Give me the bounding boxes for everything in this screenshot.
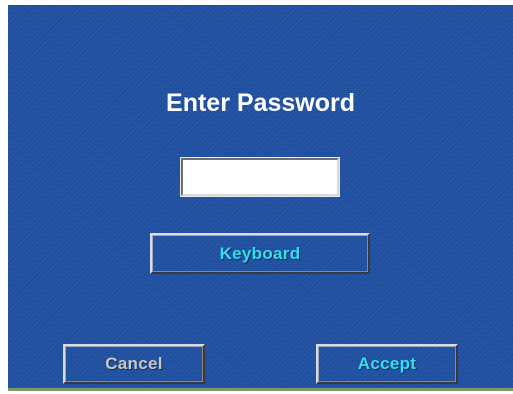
accept-button[interactable]: Accept bbox=[316, 344, 458, 384]
password-input[interactable] bbox=[180, 157, 340, 197]
dialog-title: Enter Password bbox=[166, 89, 355, 117]
cancel-button-label: Cancel bbox=[105, 354, 163, 373]
keyboard-button-label: Keyboard bbox=[219, 243, 301, 263]
keyboard-button[interactable]: Keyboard bbox=[150, 233, 370, 274]
accept-button-label: Accept bbox=[357, 354, 417, 373]
password-dialog: Enter Password Keyboard Cancel Accept bbox=[8, 5, 513, 388]
cancel-button[interactable]: Cancel bbox=[63, 344, 205, 384]
bottom-edge-strip bbox=[8, 388, 513, 391]
